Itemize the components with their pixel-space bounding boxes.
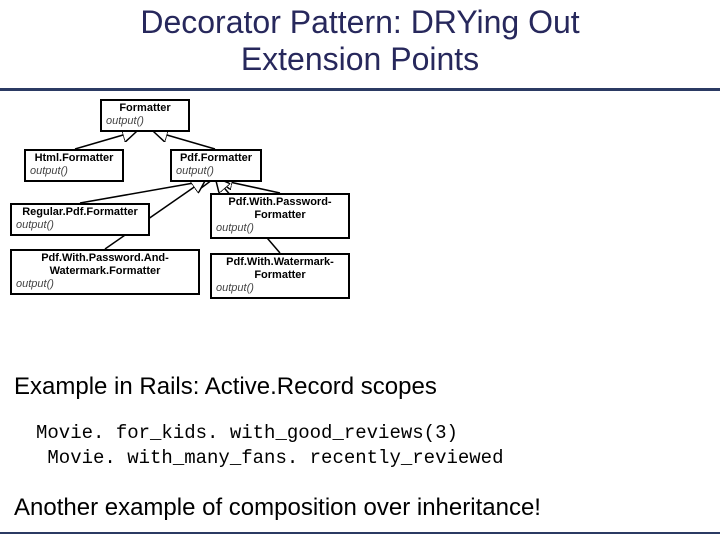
- uml-box-pdf-password-watermark: Pdf.With.Password.And- Watermark.Formatt…: [10, 249, 200, 296]
- uml-class-op: output(): [16, 219, 144, 232]
- title-line-1: Decorator Pattern: DRYing Out: [140, 4, 579, 40]
- uml-box-formatter: Formatter output(): [100, 99, 190, 132]
- uml-class-name: Formatter: [106, 102, 184, 115]
- uml-class-op: output(): [216, 222, 344, 235]
- uml-class-op: output(): [176, 165, 256, 178]
- uml-class-name: Regular.Pdf.Formatter: [16, 206, 144, 219]
- code-block: Movie. for_kids. with_good_reviews(3) Mo…: [36, 421, 720, 472]
- uml-class-op: output(): [30, 165, 118, 178]
- uml-box-html-formatter: Html.Formatter output(): [24, 149, 124, 182]
- uml-class-op: output(): [216, 282, 344, 295]
- title-divider: [0, 88, 720, 91]
- uml-class-name: Pdf.With.Password- Formatter: [216, 196, 344, 222]
- uml-diagram: Formatter output() Html.Formatter output…: [10, 93, 390, 343]
- uml-class-op: output(): [16, 278, 194, 291]
- example-heading: Example in Rails: Active.Record scopes: [14, 373, 720, 401]
- uml-box-pdf-watermark: Pdf.With.Watermark- Formatter output(): [210, 253, 350, 300]
- code-line-2: Movie. with_many_fans. recently_reviewed: [36, 447, 503, 469]
- footer-spacer: [0, 534, 720, 540]
- uml-class-name: Pdf.With.Password.And- Watermark.Formatt…: [16, 252, 194, 278]
- slide-title: Decorator Pattern: DRYing Out Extension …: [0, 0, 720, 84]
- title-line-2: Extension Points: [241, 41, 479, 77]
- code-line-1: Movie. for_kids. with_good_reviews(3): [36, 422, 458, 444]
- uml-class-name: Pdf.With.Watermark- Formatter: [216, 256, 344, 282]
- closing-line: Another example of composition over inhe…: [14, 494, 720, 522]
- uml-box-pdf-formatter: Pdf.Formatter output(): [170, 149, 262, 182]
- uml-box-regular-pdf: Regular.Pdf.Formatter output(): [10, 203, 150, 236]
- uml-box-pdf-password: Pdf.With.Password- Formatter output(): [210, 193, 350, 240]
- uml-class-name: Html.Formatter: [30, 152, 118, 165]
- uml-class-op: output(): [106, 115, 184, 128]
- uml-class-name: Pdf.Formatter: [176, 152, 256, 165]
